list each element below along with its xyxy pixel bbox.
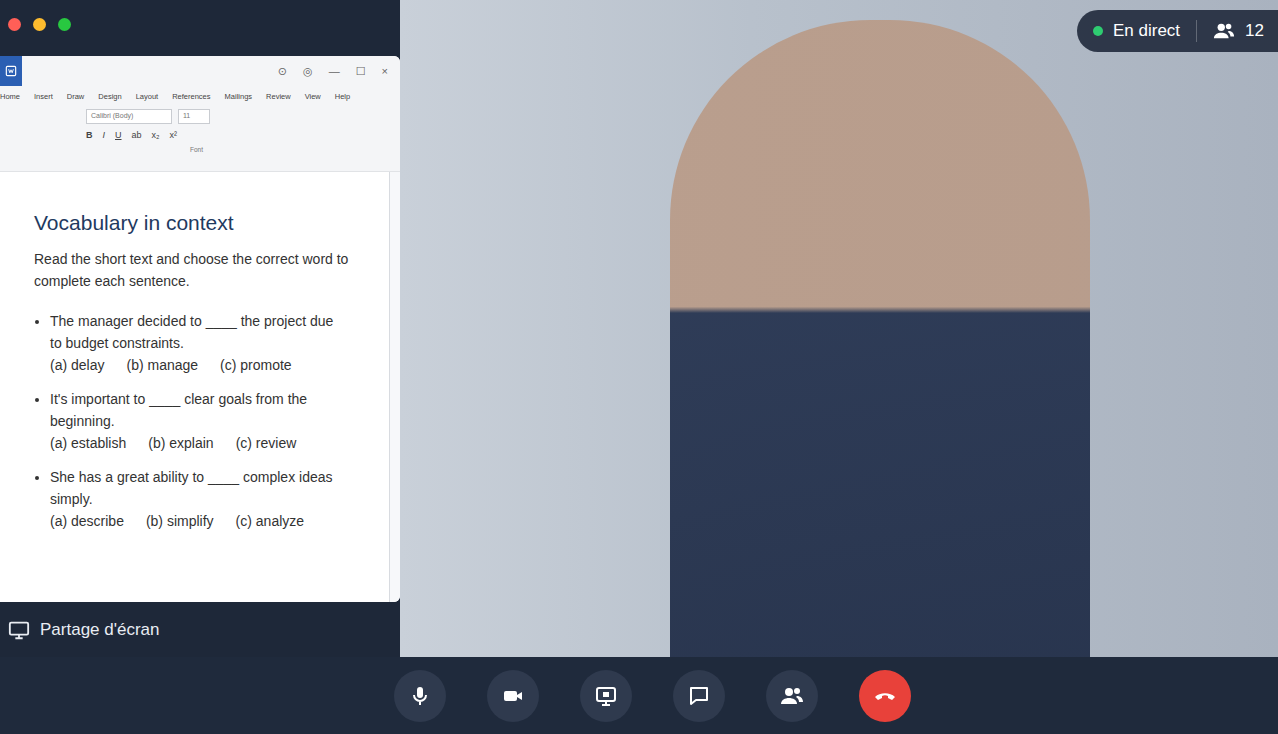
format-button[interactable]: B [86, 130, 93, 140]
question: She has a great ability to ____ complex … [50, 466, 334, 532]
live-badge: En direct 12 [1077, 10, 1278, 52]
window-control[interactable]: ☐ [356, 65, 366, 78]
word-logo [0, 56, 22, 86]
option[interactable]: (b) explain [148, 432, 213, 454]
close-button[interactable] [8, 18, 21, 31]
live-dot [1093, 26, 1103, 36]
question-options: (a) establish (b) explain (c) review [50, 432, 334, 454]
ribbon-tab[interactable]: Design [98, 92, 121, 101]
share-button[interactable] [580, 670, 632, 722]
hangup-button[interactable] [859, 670, 911, 722]
question-text: She has a great ability to ____ complex … [50, 466, 334, 510]
question-text: It's important to ____ clear goals from … [50, 388, 334, 432]
size-select[interactable]: 11 [178, 109, 210, 124]
participants-icon [780, 684, 804, 708]
doc-instructions: Read the short text and choose the corre… [34, 248, 354, 292]
option[interactable]: (a) establish [50, 432, 126, 454]
font-select[interactable]: Calibri (Body) [86, 109, 172, 124]
participants-icon [1213, 20, 1235, 42]
ribbon-tab[interactable]: Draw [67, 92, 85, 101]
ribbon-tab[interactable]: Layout [136, 92, 159, 101]
screen-share-text: Partage d'écran [40, 620, 160, 640]
share-icon [594, 684, 618, 708]
ribbon-tab[interactable]: Help [335, 92, 350, 101]
format-button[interactable]: I [103, 130, 106, 140]
option[interactable]: (b) simplify [146, 510, 214, 532]
doc-title: Vocabulary in context [34, 210, 369, 236]
minimize-button[interactable] [33, 18, 46, 31]
question-options: (a) describe (b) simplify (c) analyze [50, 510, 334, 532]
window-control[interactable]: — [329, 65, 340, 78]
camera-icon [501, 684, 525, 708]
chat-icon [687, 684, 711, 708]
format-button[interactable]: x₂ [152, 130, 160, 140]
option[interactable]: (b) manage [126, 354, 198, 376]
option[interactable]: (c) promote [220, 354, 292, 376]
word-icon [4, 64, 18, 78]
ribbon-tab[interactable]: Insert [34, 92, 53, 101]
question-options: (a) delay (b) manage (c) promote [50, 354, 334, 376]
question-text: The manager decided to ____ the project … [50, 310, 334, 354]
live-label: En direct [1113, 21, 1180, 41]
zoom-button[interactable] [58, 18, 71, 31]
ribbon-tab[interactable]: Review [266, 92, 291, 101]
question: It's important to ____ clear goals from … [50, 388, 334, 454]
participant-count: 12 [1245, 21, 1264, 41]
video-feed: En direct 12 [400, 0, 1278, 657]
doc-page: Vocabulary in context Read the short text… [0, 172, 389, 602]
screen-share-label: Partage d'écran [0, 602, 400, 657]
option[interactable]: (c) review [236, 432, 297, 454]
chat-button[interactable] [673, 670, 725, 722]
format-buttons: BIUab x₂ x² [86, 130, 400, 140]
group-label: Font [86, 146, 400, 153]
mic-icon [408, 684, 432, 708]
ribbon-tools: Calibri (Body) 11 BIUab x₂ x² Font [0, 105, 400, 172]
ribbon-tab[interactable]: Home [0, 92, 20, 101]
shared-document: ⊙ ◎ — ☐ × Home Insert Draw Design Layout Reference… [0, 56, 400, 602]
option[interactable]: (c) analyze [236, 510, 304, 532]
question: The manager decided to ____ the project … [50, 310, 334, 376]
font-row: Calibri (Body) 11 [86, 109, 400, 124]
camera-button[interactable] [487, 670, 539, 722]
scrollbar[interactable] [389, 172, 400, 602]
format-button[interactable]: ab [132, 130, 142, 140]
doc-titlebar: ⊙ ◎ — ☐ × [0, 56, 400, 86]
speaker-video [670, 20, 1090, 657]
window-control[interactable]: ⊙ [278, 65, 287, 78]
format-button[interactable]: x² [170, 130, 178, 140]
option[interactable]: (a) describe [50, 510, 124, 532]
ribbon-tab[interactable]: View [305, 92, 321, 101]
share-column: ⊙ ◎ — ☐ × Home Insert Draw Design Layout Reference… [0, 0, 400, 657]
doc-body: Vocabulary in context Read the short text… [0, 172, 400, 602]
ribbon-tabs: Home Insert Draw Design Layout References Mail… [0, 86, 400, 105]
separator [1196, 20, 1197, 42]
window-control[interactable]: × [382, 65, 388, 78]
call-controls [0, 657, 1278, 734]
screen-icon [8, 619, 30, 641]
hangup-icon [873, 684, 897, 708]
option[interactable]: (a) delay [50, 354, 104, 376]
ribbon-tab[interactable]: References [172, 92, 210, 101]
window-control[interactable]: ◎ [303, 65, 313, 78]
question-list: The manager decided to ____ the project … [34, 310, 369, 532]
format-button[interactable]: U [115, 130, 122, 140]
doc-window-controls: ⊙ ◎ — ☐ × [278, 65, 388, 78]
main-area: ⊙ ◎ — ☐ × Home Insert Draw Design Layout Reference… [0, 0, 1278, 657]
ribbon-tab[interactable]: Mailings [225, 92, 253, 101]
mic-button[interactable] [394, 670, 446, 722]
participants-button[interactable] [766, 670, 818, 722]
window-buttons [0, 0, 400, 48]
